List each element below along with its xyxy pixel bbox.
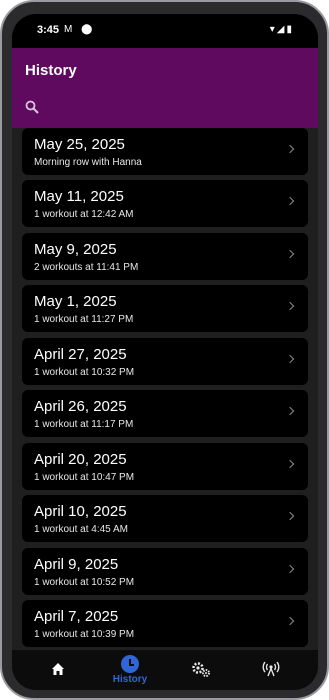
history-item-date: April 20, 2025 — [34, 451, 127, 468]
history-item-date: May 25, 2025 — [34, 136, 125, 153]
history-item-date: May 11, 2025 — [34, 188, 124, 205]
history-list-item[interactable]: April 27, 2025 1 workout at 10:32 PM — [22, 338, 308, 385]
search-icon[interactable] — [25, 100, 39, 114]
history-item-subtitle: 1 workout at 10:39 PM — [34, 629, 135, 640]
history-list-item[interactable]: April 7, 2025 1 workout at 10:39 PM — [22, 600, 308, 647]
history-item-date: April 9, 2025 — [34, 556, 119, 573]
history-item-subtitle: 1 workout at 11:17 PM — [34, 419, 134, 430]
history-item-subtitle: Morning row with Hanna — [34, 157, 142, 168]
phone-frame: 3:45 M ⬤ ▾◢▮ History May 25, 2025 Mornin… — [0, 0, 329, 700]
history-list-item[interactable]: April 26, 2025 1 workout at 11:17 PM — [22, 390, 308, 437]
history-icon — [121, 655, 139, 673]
history-item-subtitle: 1 workout at 12:42 AM — [34, 209, 134, 220]
history-item-subtitle: 1 workout at 10:47 PM — [34, 472, 135, 483]
history-list-item[interactable]: April 9, 2025 1 workout at 10:52 PM — [22, 548, 308, 595]
chevron-right-icon — [285, 616, 295, 626]
history-item-subtitle: 1 workout at 10:32 PM — [34, 367, 135, 378]
history-item-date: April 7, 2025 — [34, 608, 119, 625]
history-list-item[interactable]: May 9, 2025 2 workouts at 11:41 PM — [22, 233, 308, 280]
history-item-date: April 10, 2025 — [34, 503, 127, 520]
history-item-date: May 9, 2025 — [34, 241, 117, 258]
gears-icon — [192, 662, 210, 677]
history-item-subtitle: 2 workouts at 11:41 PM — [34, 262, 139, 273]
status-system-icons: ▾◢▮ — [269, 24, 294, 35]
page-title: History — [25, 62, 77, 79]
history-list: May 25, 2025 Morning row with Hanna May … — [12, 128, 318, 650]
history-item-date: May 1, 2025 — [34, 293, 117, 310]
nav-settings[interactable] — [172, 650, 232, 690]
status-bar: 3:45 M ⬤ ▾◢▮ — [12, 14, 318, 48]
home-icon — [52, 663, 64, 675]
chevron-right-icon — [285, 354, 295, 364]
history-item-date: April 26, 2025 — [34, 398, 127, 415]
chevron-right-icon — [285, 406, 295, 416]
chevron-right-icon — [285, 249, 295, 259]
chevron-right-icon — [285, 301, 295, 311]
nav-history[interactable]: History — [100, 650, 160, 690]
nav-history-label: History — [112, 674, 148, 685]
chevron-right-icon — [285, 196, 295, 206]
status-time: 3:45 — [37, 24, 60, 36]
history-list-item[interactable]: May 25, 2025 Morning row with Hanna — [22, 128, 308, 175]
status-notification-icons: M ⬤ — [64, 24, 96, 35]
screen: 3:45 M ⬤ ▾◢▮ History May 25, 2025 Mornin… — [12, 14, 318, 690]
chevron-right-icon — [285, 511, 295, 521]
chevron-right-icon — [285, 144, 295, 154]
nav-connect[interactable] — [242, 650, 302, 690]
history-list-item[interactable]: April 10, 2025 1 workout at 4:45 AM — [22, 495, 308, 542]
history-list-item[interactable]: May 1, 2025 1 workout at 11:27 PM — [22, 285, 308, 332]
history-item-subtitle: 1 workout at 10:52 PM — [34, 577, 135, 588]
bottom-navigation: History — [12, 650, 318, 690]
history-list-item[interactable]: April 20, 2025 1 workout at 10:47 PM — [22, 443, 308, 490]
history-item-subtitle: 1 workout at 11:27 PM — [34, 314, 134, 325]
nav-home[interactable] — [28, 650, 88, 690]
chevron-right-icon — [285, 459, 295, 469]
chevron-right-icon — [285, 564, 295, 574]
broadcast-icon — [262, 661, 280, 677]
history-item-subtitle: 1 workout at 4:45 AM — [34, 524, 128, 535]
history-list-item[interactable]: May 11, 2025 1 workout at 12:42 AM — [22, 180, 308, 227]
history-item-date: April 27, 2025 — [34, 346, 127, 363]
app-bar: History — [12, 48, 318, 128]
